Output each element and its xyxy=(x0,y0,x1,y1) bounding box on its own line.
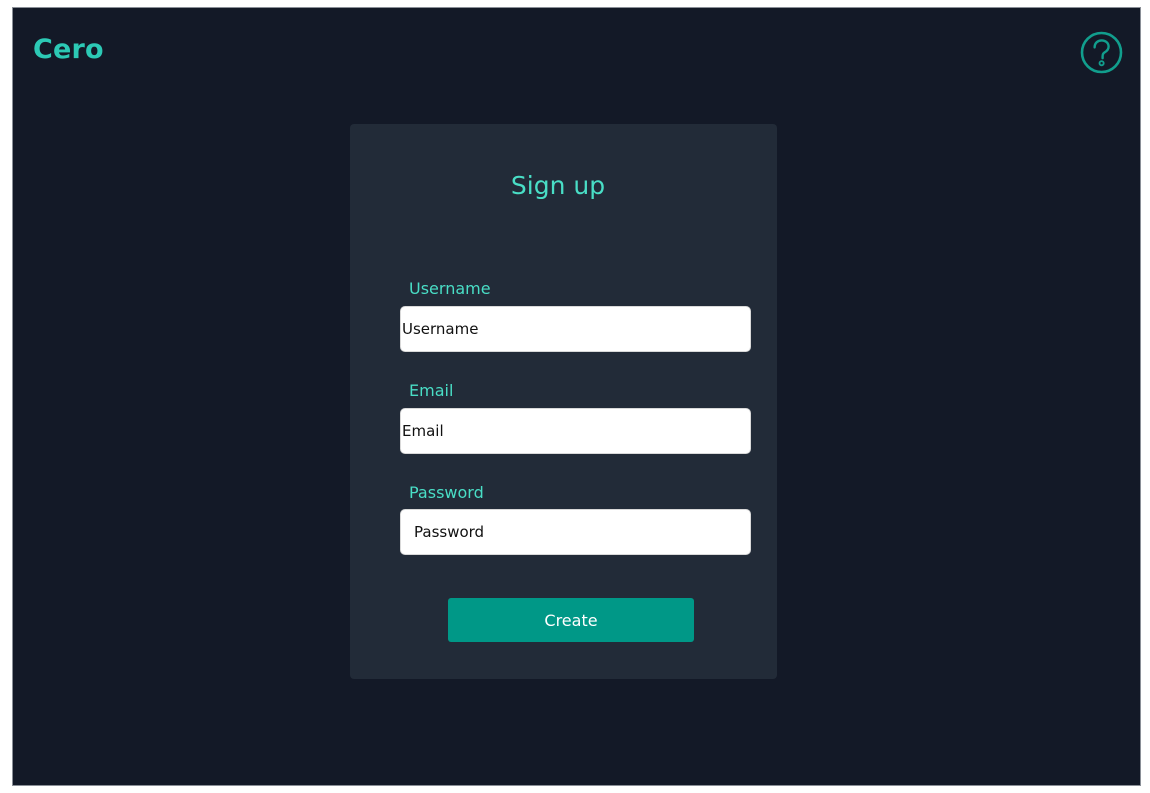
username-label: Username xyxy=(409,279,491,298)
email-input[interactable] xyxy=(400,408,751,454)
app-logo[interactable]: Cero xyxy=(33,34,104,65)
password-input[interactable] xyxy=(400,509,751,555)
password-label: Password xyxy=(409,483,484,502)
help-button[interactable] xyxy=(1080,31,1123,74)
question-circle-icon xyxy=(1080,31,1123,74)
create-button[interactable]: Create xyxy=(448,598,694,642)
username-input[interactable] xyxy=(400,306,751,352)
app-frame: Cero Sign up Username Email Password Cre… xyxy=(12,7,1141,786)
signup-title: Sign up xyxy=(510,171,606,200)
email-label: Email xyxy=(409,381,454,400)
signup-card: Sign up Username Email Password Create xyxy=(350,124,777,679)
